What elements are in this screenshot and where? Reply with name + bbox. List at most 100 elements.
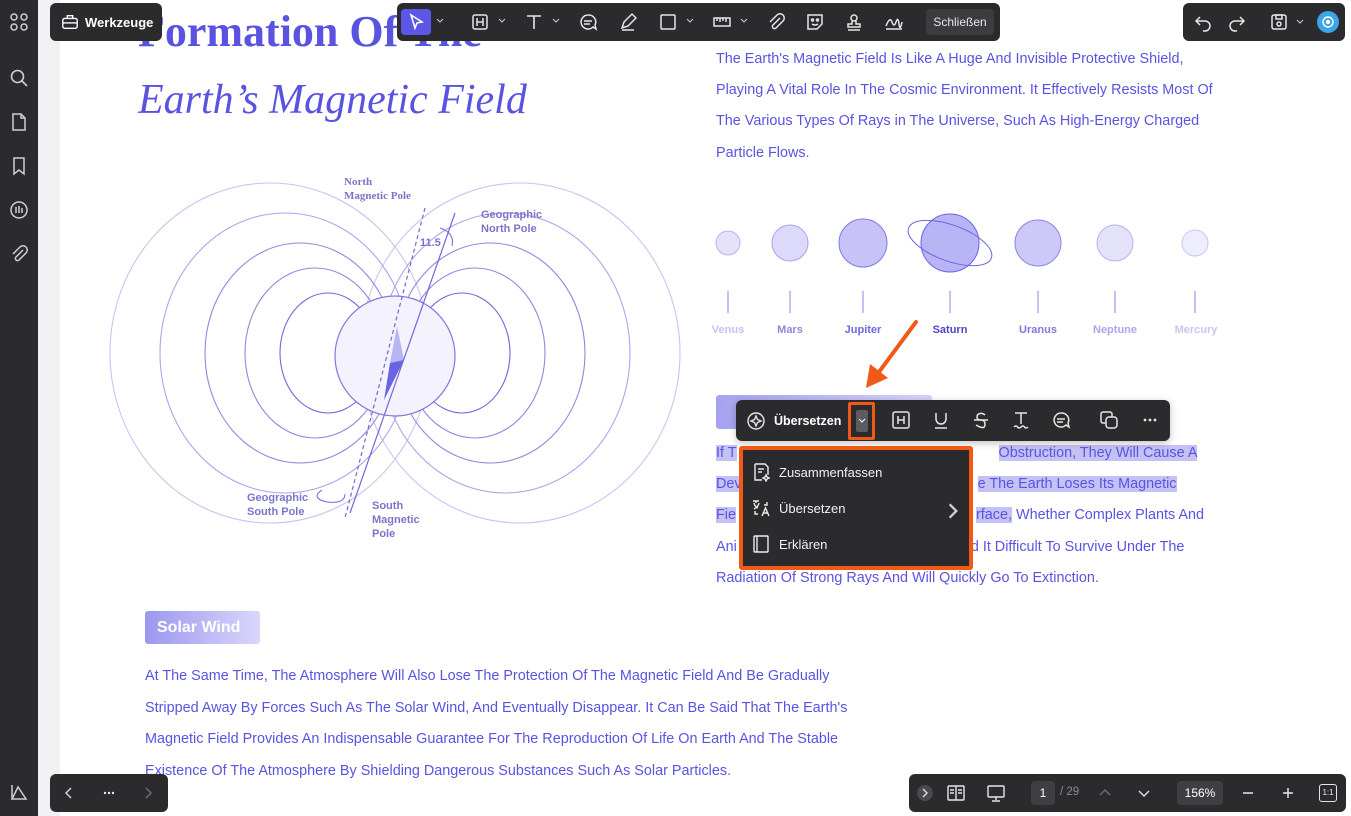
page-thumbnail-icon[interactable] xyxy=(9,112,29,132)
geographic-south-label-2: South Pole xyxy=(247,506,304,518)
highlight-tool-button[interactable] xyxy=(467,9,493,35)
planet-label: Neptune xyxy=(1093,324,1137,336)
text-fragment: Ani xyxy=(716,538,737,555)
ai-assistant-icon[interactable] xyxy=(1317,11,1339,33)
chevron-down-icon[interactable] xyxy=(740,17,748,25)
paperclip-icon xyxy=(769,13,785,30)
chevron-down-icon xyxy=(856,410,868,432)
tools-label: Werkzeuge xyxy=(85,14,154,30)
search-icon[interactable] xyxy=(9,68,29,88)
menu-item-label: Erklären xyxy=(779,536,828,552)
annotation-arrow-icon xyxy=(866,320,918,388)
rectangle-icon xyxy=(660,14,676,30)
shape-tool-button[interactable] xyxy=(655,9,681,35)
view-status-bar: 1 / 29 156% 1:1 xyxy=(909,774,1346,812)
next-page-icon[interactable] xyxy=(1137,786,1151,800)
left-sidebar xyxy=(0,0,38,816)
magnetic-field-diagram: North Magnetic Pole Geographic North Pol… xyxy=(109,176,681,540)
chevron-left-icon[interactable] xyxy=(62,786,76,800)
doc-title-line2: Earth’s Magnetic Field xyxy=(138,77,527,123)
cursor-icon xyxy=(409,13,425,31)
undo-icon[interactable] xyxy=(1193,12,1213,32)
menu-item-label: Zusammenfassen xyxy=(779,464,883,480)
bookmark-icon[interactable] xyxy=(9,156,29,176)
more-options-icon[interactable] xyxy=(1140,410,1160,430)
strikethrough-icon[interactable] xyxy=(971,410,991,430)
attach-tool-button[interactable] xyxy=(763,9,789,35)
text-tool-button[interactable] xyxy=(521,9,547,35)
north-magnetic-label: North xyxy=(344,176,372,188)
measure-tool-button[interactable] xyxy=(709,9,735,35)
page-gutter xyxy=(38,0,60,816)
collapse-icon[interactable] xyxy=(917,785,933,801)
south-magnetic-label: South xyxy=(372,500,403,512)
chevron-down-icon[interactable] xyxy=(1296,18,1304,26)
planet-label: Mars xyxy=(777,324,803,336)
zoom-level-input[interactable]: 156% xyxy=(1177,781,1223,805)
pencil-icon xyxy=(620,12,638,31)
underline-icon[interactable] xyxy=(931,410,951,430)
solar-wind-paragraph: At The Same Time, The Atmosphere Will Al… xyxy=(145,668,848,779)
redo-icon[interactable] xyxy=(1227,12,1247,32)
translate-button[interactable]: Übersetzen xyxy=(746,408,841,434)
page-layout-icon[interactable] xyxy=(946,783,966,803)
angle-label: 11.5 xyxy=(420,237,441,249)
toolbox-icon xyxy=(62,15,78,29)
south-magnetic-label-2: Magnetic xyxy=(372,514,420,526)
page-total-label: / 29 xyxy=(1060,786,1080,798)
south-magnetic-label-3: Pole xyxy=(372,528,395,540)
sticker-tool-button[interactable] xyxy=(802,9,828,35)
save-icon[interactable] xyxy=(1269,12,1289,32)
app-root: { "toolbar": { "tools_label": "Werkzeuge… xyxy=(0,0,1351,816)
stamp-tool-button[interactable] xyxy=(841,9,867,35)
translate-label: Übersetzen xyxy=(774,414,842,428)
planets-illustration: Venus Mars Jupiter Saturn Uranus Neptune… xyxy=(712,213,1219,336)
chevron-down-icon[interactable] xyxy=(436,17,444,25)
comment-icon[interactable] xyxy=(1051,410,1071,430)
planet-label: Uranus xyxy=(1019,324,1057,336)
apps-grid-icon[interactable] xyxy=(9,12,29,32)
north-magnetic-label-2: Magnetic Pole xyxy=(344,190,411,202)
highlight-icon[interactable] xyxy=(891,410,911,430)
signature-icon xyxy=(885,18,903,30)
attachment-icon[interactable] xyxy=(9,244,29,264)
geographic-north-label: Geographic xyxy=(481,209,542,221)
zoom-out-icon[interactable] xyxy=(1241,786,1255,800)
zoom-in-icon[interactable] xyxy=(1281,786,1295,800)
pencil-tool-button[interactable] xyxy=(615,9,641,35)
geographic-south-label: Geographic xyxy=(247,492,308,504)
signature-tool-button[interactable] xyxy=(881,9,907,35)
menu-item-translate[interactable]: Übersetzen xyxy=(751,493,965,523)
previous-page-icon[interactable] xyxy=(1098,786,1112,800)
translate-icon xyxy=(753,500,770,517)
tools-button[interactable]: Werkzeuge xyxy=(50,3,162,41)
comments-icon[interactable] xyxy=(9,200,29,220)
menu-item-explain[interactable]: Erklären xyxy=(751,529,965,559)
comment-tool-button[interactable] xyxy=(575,9,601,35)
page-number-input[interactable]: 1 xyxy=(1031,781,1055,805)
chevron-down-icon[interactable] xyxy=(498,17,506,25)
text-squiggly-icon[interactable] xyxy=(1011,410,1031,430)
highlight-icon xyxy=(472,14,488,30)
chevron-right-icon[interactable] xyxy=(141,786,155,800)
comment-icon xyxy=(580,14,598,31)
planet-label: Mercury xyxy=(1175,324,1219,336)
menu-item-summarize[interactable]: Zusammenfassen xyxy=(751,457,965,487)
ai-options-dropdown-button[interactable] xyxy=(848,402,875,440)
copy-icon[interactable] xyxy=(1099,410,1119,430)
panel-toggle-icon[interactable] xyxy=(9,782,29,802)
text-fragment: nd It Difficult To Survive Under The xyxy=(962,538,1185,555)
close-tools-button[interactable]: Schließen xyxy=(926,9,994,35)
chevron-down-icon[interactable] xyxy=(686,17,694,25)
presentation-icon[interactable] xyxy=(986,783,1006,803)
text-fragment: Dev xyxy=(716,476,742,493)
ai-sparkle-icon xyxy=(747,412,765,430)
chevron-down-icon[interactable] xyxy=(552,17,560,25)
intro-paragraph: The Earth's Magnetic Field Is Like A Hug… xyxy=(716,51,1213,161)
planet-label: Saturn xyxy=(933,324,968,336)
text-fragment: Whether Complex Plants And xyxy=(1012,507,1204,524)
select-tool-button[interactable] xyxy=(401,9,431,35)
main-toolbar: Schließen xyxy=(397,3,1000,41)
more-icon[interactable] xyxy=(102,786,116,800)
actual-size-button[interactable]: 1:1 xyxy=(1319,784,1337,802)
